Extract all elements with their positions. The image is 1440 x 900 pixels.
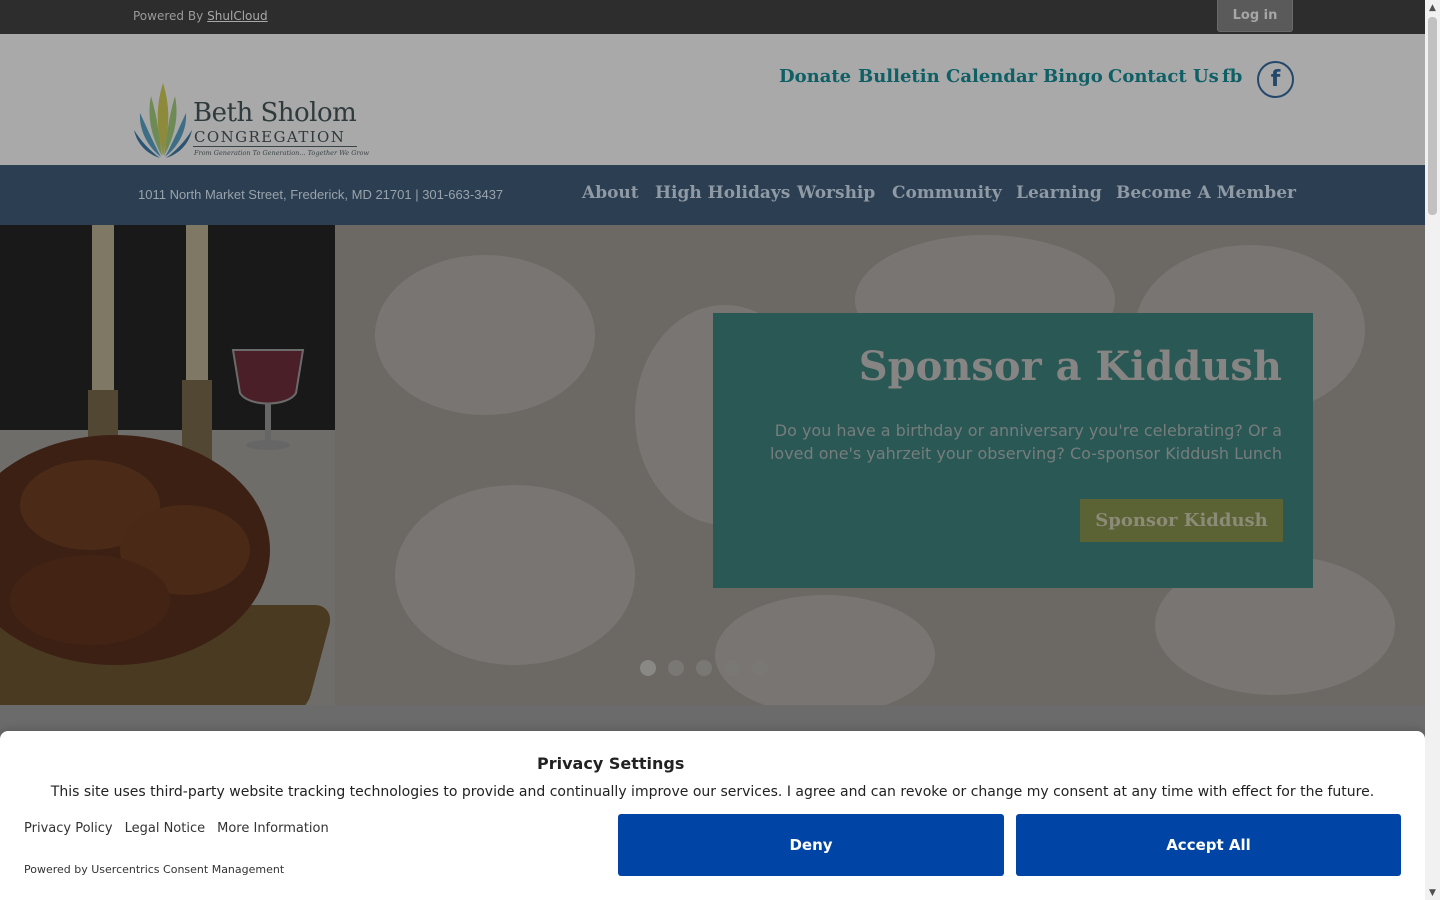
slider-dot[interactable] [696,660,712,676]
wine-glass-icon [231,349,305,450]
legal-notice-link[interactable]: Legal Notice [125,821,206,836]
logo-congregation: CONGREGATION [194,128,346,146]
nav-item-high-holidays[interactable]: High Holidays [655,183,790,203]
lace-pattern [375,255,595,415]
consent-links: Privacy Policy Legal Notice More Informa… [24,821,329,836]
utility-nav-bulletin[interactable]: Bulletin [858,66,940,92]
consent-title: Privacy Settings [537,754,685,773]
consent-powered-by: Powered by Usercentrics Consent Manageme… [24,863,285,876]
utility-nav-donate[interactable]: Donate [779,66,851,92]
candle-right [186,225,208,385]
nav-item-worship[interactable]: Worship [797,183,875,203]
address-phone: 1011 North Market Street, Frederick, MD … [138,187,504,202]
nav-item-community[interactable]: Community [892,183,1002,203]
sponsor-kiddush-button[interactable]: Sponsor Kiddush [1080,499,1283,542]
privacy-consent-banner: Privacy Settings This site uses third-pa… [0,731,1425,900]
slider-dot[interactable] [752,660,768,676]
scrollbar-thumb[interactable] [1428,17,1437,215]
deny-button[interactable]: Deny [618,814,1004,876]
facebook-icon[interactable]: f [1257,61,1294,98]
vertical-scrollbar[interactable]: ▲ ▼ [1425,0,1440,900]
page: Powered By ShulCloud Log in Beth Sholom C… [0,0,1425,900]
challah-highlight-3 [10,555,170,645]
slider-dot[interactable] [668,660,684,676]
powered-by: Powered By ShulCloud [133,9,268,23]
utility-nav-bingo[interactable]: Bingo [1043,66,1103,92]
logo-name: Beth Sholom [193,98,357,128]
nav-item-about[interactable]: About [582,183,639,203]
scroll-down-arrow-icon[interactable]: ▼ [1425,885,1440,900]
utility-nav-calendar[interactable]: Calendar [946,66,1037,92]
top-bar: Powered By ShulCloud Log in [0,0,1425,34]
login-button[interactable]: Log in [1217,0,1293,32]
utility-nav-fb[interactable]: fb [1222,66,1242,92]
lace-pattern [715,595,935,705]
utility-nav-contact-us[interactable]: Contact Us [1108,66,1219,92]
logo-tagline: From Generation To Generation... Togethe… [194,149,370,157]
lace-pattern [395,485,635,665]
nav-item-become-a-member[interactable]: Become A Member [1116,183,1296,203]
nav-item-learning[interactable]: Learning [1016,183,1102,203]
flame-leaves-icon [134,83,192,158]
promo-title: Sponsor a Kiddush [858,343,1282,390]
scroll-up-arrow-icon[interactable]: ▲ [1425,0,1440,15]
promo-box: Sponsor a Kiddush Do you have a birthday… [713,313,1313,588]
logo-divider [193,146,357,147]
slider-dot[interactable] [724,660,740,676]
candle-left [92,225,114,395]
slider-dots [640,660,768,676]
privacy-policy-link[interactable]: Privacy Policy [24,821,113,836]
consent-text: This site uses third-party website track… [50,784,1375,800]
hero-image-challah [0,225,335,705]
shulcloud-link[interactable]: ShulCloud [207,9,267,23]
powered-by-label: Powered By [133,9,204,23]
more-information-link[interactable]: More Information [217,821,329,836]
slider-dot[interactable] [640,660,656,676]
promo-text: Do you have a birthday or anniversary yo… [769,421,1282,463]
site-logo[interactable]: Beth Sholom CONGREGATION From Generation… [133,78,369,160]
accept-all-button[interactable]: Accept All [1016,814,1401,876]
